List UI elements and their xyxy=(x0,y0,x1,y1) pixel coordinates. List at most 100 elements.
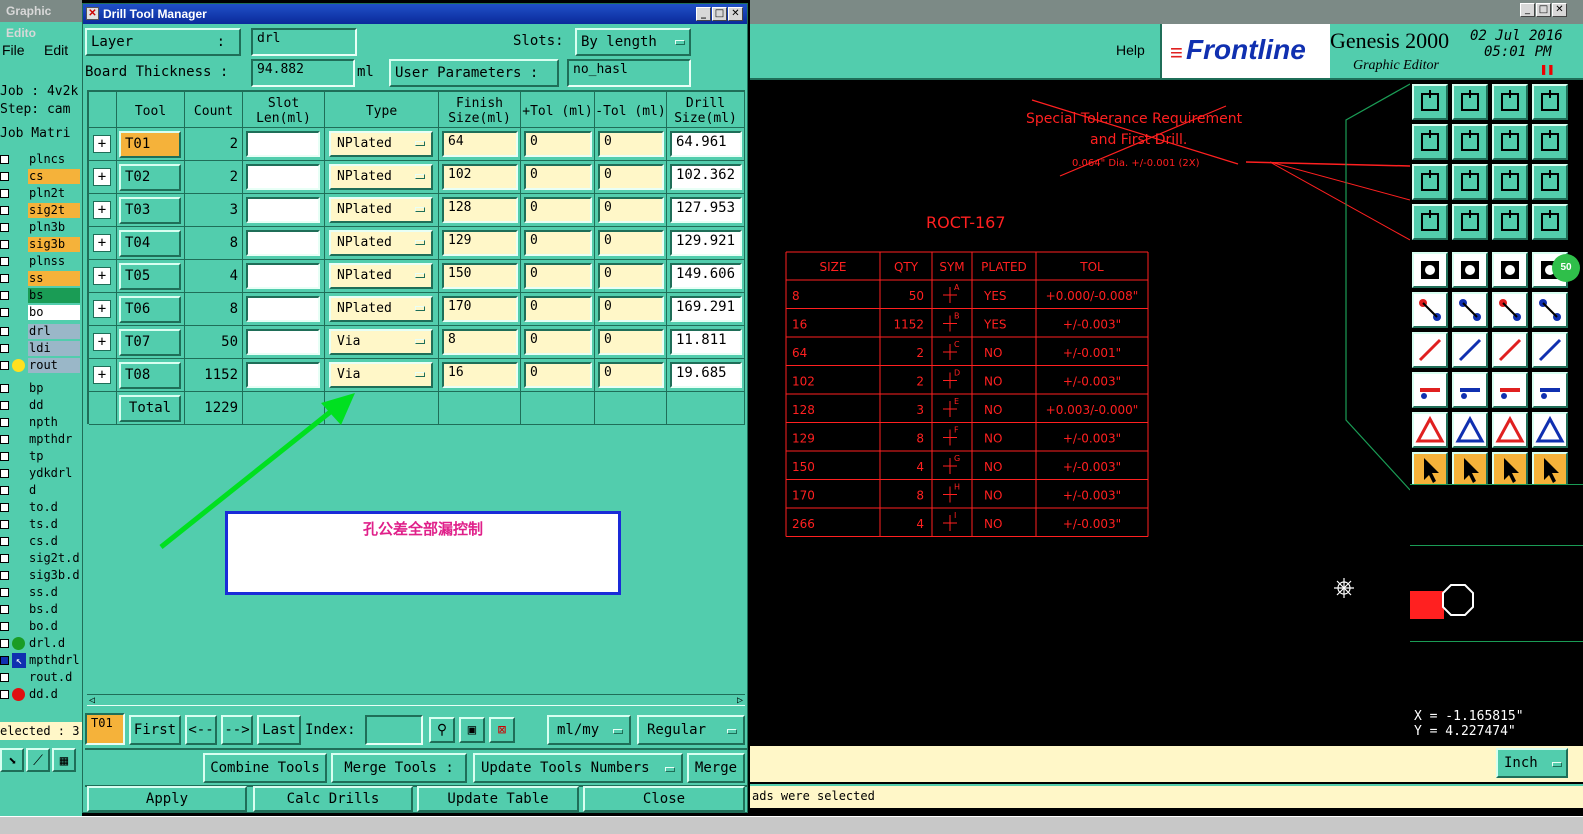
tool-button[interactable]: T06 xyxy=(119,296,181,323)
move-red-icon[interactable] xyxy=(1492,292,1528,328)
type-select[interactable]: NPlated xyxy=(329,263,433,289)
layer-checkbox[interactable] xyxy=(0,469,9,478)
layer-checkbox[interactable] xyxy=(0,240,9,249)
triangle-red-2-icon[interactable] xyxy=(1532,412,1568,448)
layer-row-d[interactable]: d xyxy=(0,483,80,498)
arc-icon[interactable] xyxy=(1492,332,1528,368)
layer-checkbox[interactable] xyxy=(0,673,9,682)
layer-checkbox[interactable] xyxy=(0,308,9,317)
layer-checkbox[interactable] xyxy=(0,571,9,580)
layer-checkbox[interactable] xyxy=(0,503,9,512)
help-icon[interactable] xyxy=(1532,164,1568,200)
type-select[interactable]: NPlated xyxy=(329,197,433,223)
layer-checkbox[interactable] xyxy=(0,223,9,232)
tool-button[interactable]: T08 xyxy=(119,362,181,389)
update-table-button[interactable]: Update Table xyxy=(417,786,579,812)
measure-tool-icon[interactable]: ⟋ xyxy=(26,748,50,772)
drill-size-input[interactable]: 149.606 xyxy=(670,263,742,289)
tool-button[interactable]: T05 xyxy=(119,263,181,290)
plus-tol-input[interactable]: 0 xyxy=(524,263,592,289)
place-blue-icon[interactable] xyxy=(1452,372,1488,408)
type-select[interactable]: Via xyxy=(329,329,433,355)
layer-checkbox[interactable] xyxy=(0,172,9,181)
pointer-icon[interactable] xyxy=(1412,452,1448,488)
cross-icon[interactable] xyxy=(1452,292,1488,328)
layer-row-bp[interactable]: bp xyxy=(0,381,80,396)
home-icon[interactable] xyxy=(1492,84,1528,120)
layer-checkbox[interactable] xyxy=(0,622,9,631)
layer-row-mpthdrl[interactable]: ↖ mpthdrl xyxy=(0,653,80,668)
finish-size-input[interactable]: 170 xyxy=(442,296,518,322)
home-bottom-icon[interactable] xyxy=(1452,84,1488,120)
layer-row-bo[interactable]: bo xyxy=(0,305,80,320)
layer-checkbox[interactable] xyxy=(0,435,9,444)
layer-checkbox[interactable] xyxy=(0,537,9,546)
layer-row-bo-d[interactable]: bo.d xyxy=(0,619,80,634)
layer-row-sig3b-d[interactable]: sig3b.d xyxy=(0,568,80,583)
layer-checkbox[interactable] xyxy=(0,418,9,427)
tool-button[interactable]: T02 xyxy=(119,164,181,191)
layer-checkbox[interactable] xyxy=(0,639,9,648)
slot-len-input[interactable] xyxy=(246,263,320,289)
layers-blue-icon[interactable] xyxy=(1532,204,1568,240)
grid-icon[interactable] xyxy=(1452,204,1488,240)
horizontal-scrollbar[interactable]: ◁ ▷ xyxy=(87,694,745,706)
layer-checkbox[interactable] xyxy=(0,401,9,410)
pointer-red-icon[interactable] xyxy=(1452,452,1488,488)
layer-row-npth[interactable]: npth xyxy=(0,415,80,430)
plus-tol-input[interactable]: 0 xyxy=(524,131,592,157)
drill-size-input[interactable]: 64.961 xyxy=(670,131,742,157)
layer-input[interactable]: drl xyxy=(251,28,357,56)
layer-checkbox[interactable] xyxy=(0,327,9,336)
layer-row-ydkdrl[interactable]: ydkdrl xyxy=(0,466,80,481)
layer-row-cs-d[interactable]: cs.d xyxy=(0,534,80,549)
layer-row-rout[interactable]: rout xyxy=(0,358,80,373)
layer-checkbox[interactable] xyxy=(0,588,9,597)
layer-checkbox[interactable] xyxy=(0,486,9,495)
layer-row-ts-d[interactable]: ts.d xyxy=(0,517,80,532)
layer-row-to-d[interactable]: to.d xyxy=(0,500,80,515)
slot-len-input[interactable] xyxy=(246,230,320,256)
plus-tol-input[interactable]: 0 xyxy=(524,164,592,190)
thickness-input[interactable]: 94.882 xyxy=(251,59,355,87)
layer-row-pln3b[interactable]: pln3b xyxy=(0,220,80,235)
expand-row-icon[interactable]: + xyxy=(93,333,111,351)
right-minimize-button[interactable]: _ xyxy=(1520,3,1535,17)
finish-size-input[interactable]: 128 xyxy=(442,197,518,223)
align-icon[interactable] xyxy=(1492,372,1528,408)
line-icon[interactable] xyxy=(1452,252,1488,288)
tool-button[interactable]: T07 xyxy=(119,329,181,356)
erase-icon[interactable] xyxy=(1412,204,1448,240)
slot-len-input[interactable] xyxy=(246,362,320,388)
layer-row-rout-d[interactable]: rout.d xyxy=(0,670,80,685)
slash-blue-icon[interactable] xyxy=(1452,332,1488,368)
inch-units-select[interactable]: Inch xyxy=(1496,748,1568,778)
plus-tol-input[interactable]: 0 xyxy=(524,329,592,355)
minus-tol-input[interactable]: 0 xyxy=(598,263,664,289)
mirror-icon[interactable] xyxy=(1492,124,1528,160)
layer-checkbox[interactable] xyxy=(0,554,9,563)
minimize-button[interactable]: _ xyxy=(696,7,711,21)
plus-tol-input[interactable]: 0 xyxy=(524,230,592,256)
expand-row-icon[interactable]: + xyxy=(93,201,111,219)
layer-checkbox[interactable] xyxy=(0,656,9,665)
tool-button[interactable]: T03 xyxy=(119,197,181,224)
delete-icon[interactable]: ⊠ xyxy=(489,717,515,743)
menu-file[interactable]: File xyxy=(2,42,25,58)
window-icon[interactable] xyxy=(1532,84,1568,120)
minus-tol-input[interactable]: 0 xyxy=(598,230,664,256)
layer-row-drl-d[interactable]: drl.d xyxy=(0,636,80,651)
finish-size-input[interactable]: 102 xyxy=(442,164,518,190)
minus-tol-input[interactable]: 0 xyxy=(598,197,664,223)
layer-row-bs[interactable]: bs xyxy=(0,288,80,303)
minus-tol-input[interactable]: 0 xyxy=(598,164,664,190)
place-red-icon[interactable] xyxy=(1412,372,1448,408)
layer-row-ss-d[interactable]: ss.d xyxy=(0,585,80,600)
layer-checkbox[interactable] xyxy=(0,452,9,461)
layer-checkbox[interactable] xyxy=(0,155,9,164)
layer-row-drl[interactable]: drl xyxy=(0,324,80,339)
first-button[interactable]: First xyxy=(129,715,181,745)
split-icon[interactable] xyxy=(1532,332,1568,368)
maximize-button[interactable]: □ xyxy=(712,7,727,21)
expand-row-icon[interactable]: + xyxy=(93,366,111,384)
